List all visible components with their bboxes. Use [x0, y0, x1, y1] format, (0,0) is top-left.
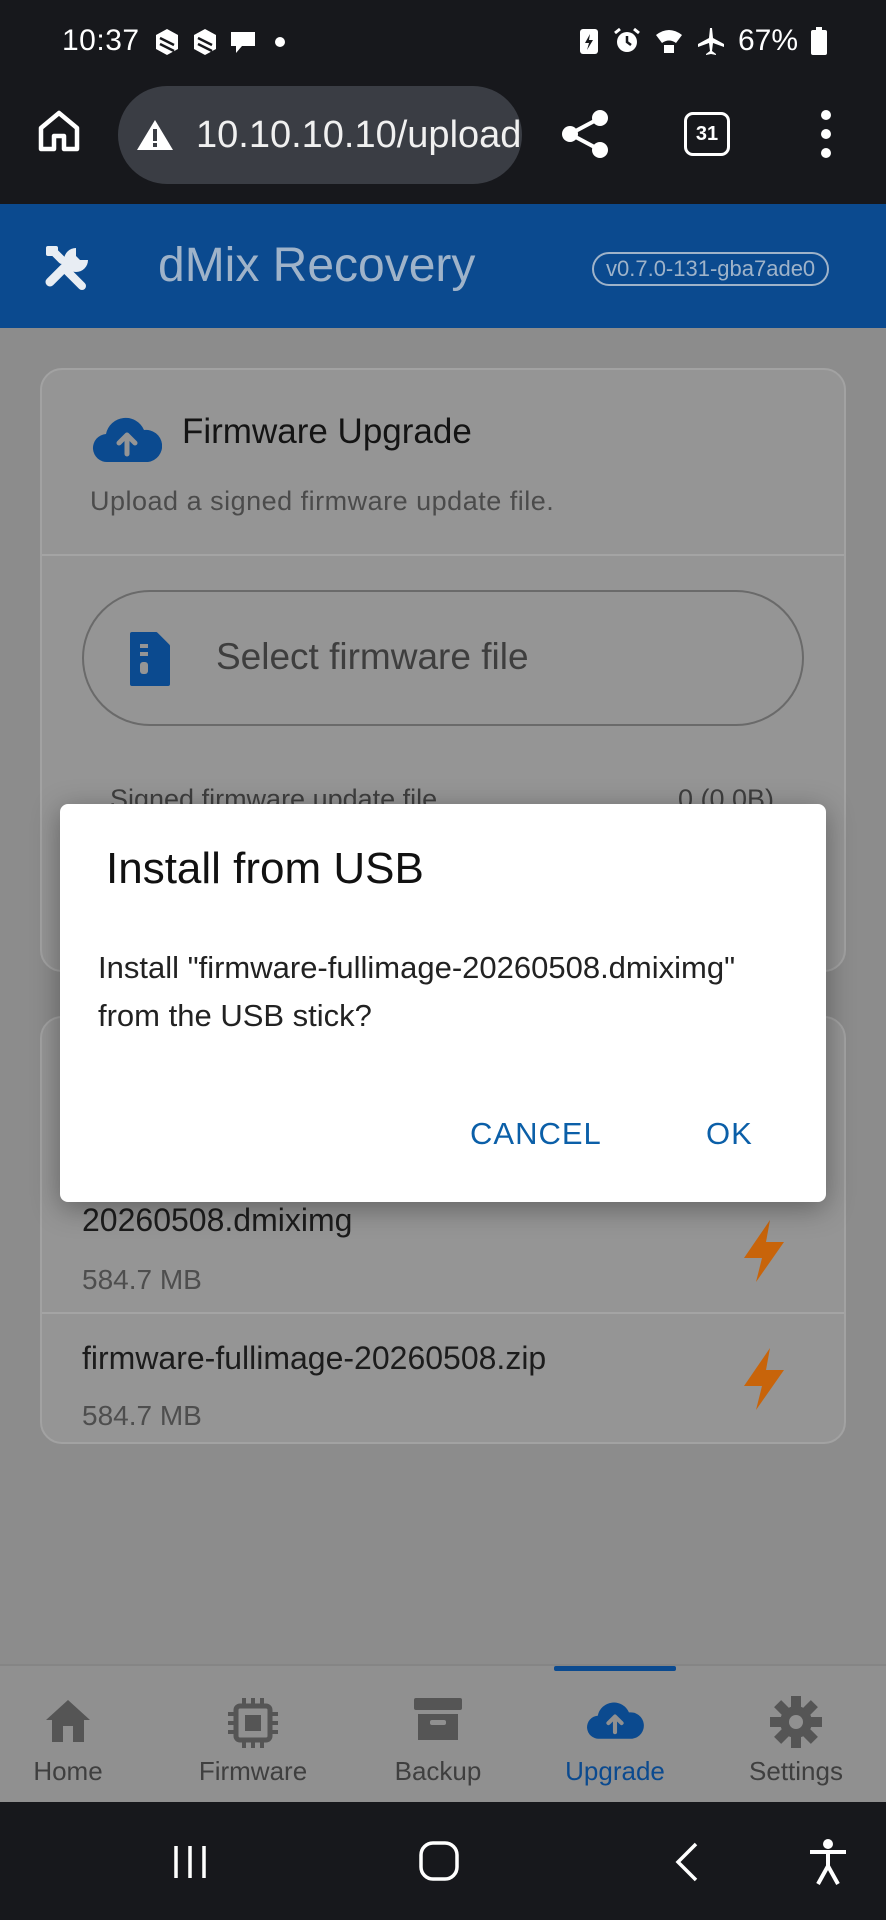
ok-button[interactable]: OK: [706, 1116, 753, 1152]
archive-icon: [414, 1698, 462, 1740]
dialog-message: Install "firmware-fullimage-20260508.dmi…: [98, 950, 736, 1033]
notification-app-icon: [156, 29, 178, 55]
select-firmware-label: Select firmware file: [216, 636, 529, 677]
app-header: dMix Recovery v0.7.0-131-gba7ade0: [0, 204, 886, 328]
battery-saver-icon: [579, 29, 598, 54]
list-item[interactable]: firmware-fullimage-20260508.zip 584.7 MB: [42, 1312, 844, 1442]
share-icon[interactable]: [560, 108, 610, 160]
wifi-calling-icon: [655, 30, 682, 53]
battery-percentage: 67%: [737, 24, 798, 57]
card-title: Firmware Upgrade: [182, 412, 472, 451]
chat-icon: [231, 32, 255, 53]
bottom-navigation: Home Firmware Backup Upgrade Settings: [0, 1664, 886, 1802]
system-navigation-bar: [0, 1802, 886, 1920]
select-firmware-button[interactable]: Select firmware file: [82, 590, 804, 726]
app-title: dMix Recovery: [158, 239, 476, 292]
notification-icons: [152, 27, 290, 57]
nav-firmware[interactable]: Firmware: [176, 1666, 330, 1804]
status-right: 67%: [578, 24, 828, 58]
home-icon: [46, 1700, 90, 1742]
usb-file-name: 20260508.dmiximg: [82, 1202, 353, 1238]
cloud-upload-icon: [92, 417, 162, 463]
usb-file-size: 584.7 MB: [82, 1264, 202, 1295]
nav-home[interactable]: Home: [0, 1666, 136, 1804]
version-badge: v0.7.0-131-gba7ade0: [592, 252, 830, 286]
install-bolt-icon[interactable]: [736, 1218, 792, 1284]
usb-file-name: firmware-fullimage-20260508.zip: [82, 1340, 547, 1376]
chip-icon: [228, 1698, 278, 1748]
card-subtitle: Upload a signed firmware update file.: [90, 486, 555, 516]
notification-app-icon: [194, 29, 216, 55]
status-bar: 10:37 67%: [0, 0, 886, 86]
url-text: 10.10.10.10/upload: [196, 114, 522, 156]
browser-home-icon[interactable]: [36, 108, 82, 154]
install-from-usb-dialog: Install from USB Install "firmware-fulli…: [60, 804, 826, 1202]
battery-icon: [811, 27, 827, 55]
accessibility-icon[interactable]: [808, 1838, 848, 1886]
gear-icon: [770, 1696, 822, 1748]
nav-upgrade[interactable]: Upgrade: [548, 1666, 682, 1804]
file-icon: [130, 632, 170, 686]
cloud-upload-icon: [587, 1702, 644, 1739]
airplane-icon: [697, 28, 724, 55]
cancel-button[interactable]: CANCEL: [470, 1116, 602, 1152]
dot-icon: [275, 37, 285, 47]
tools-icon: [45, 246, 88, 290]
active-tab-indicator: [554, 1666, 676, 1671]
usb-file-size: 584.7 MB: [82, 1400, 202, 1431]
install-bolt-icon[interactable]: [736, 1346, 792, 1412]
address-bar[interactable]: 10.10.10.10/upload: [118, 86, 522, 184]
alarm-icon: [614, 27, 640, 52]
nav-backup[interactable]: Backup: [370, 1666, 506, 1804]
nav-settings[interactable]: Settings: [730, 1666, 862, 1804]
dialog-title: Install from USB: [106, 844, 424, 893]
back-icon[interactable]: [672, 1840, 702, 1884]
status-time: 10:37: [62, 24, 140, 57]
divider: [42, 554, 844, 556]
warning-icon: [137, 120, 173, 150]
more-menu-icon[interactable]: [816, 110, 836, 158]
home-nav-icon[interactable]: [418, 1840, 460, 1882]
recent-apps-icon[interactable]: [170, 1842, 210, 1882]
browser-toolbar: 10.10.10.10/upload 31: [0, 86, 886, 204]
tab-switcher-button[interactable]: 31: [684, 112, 730, 156]
